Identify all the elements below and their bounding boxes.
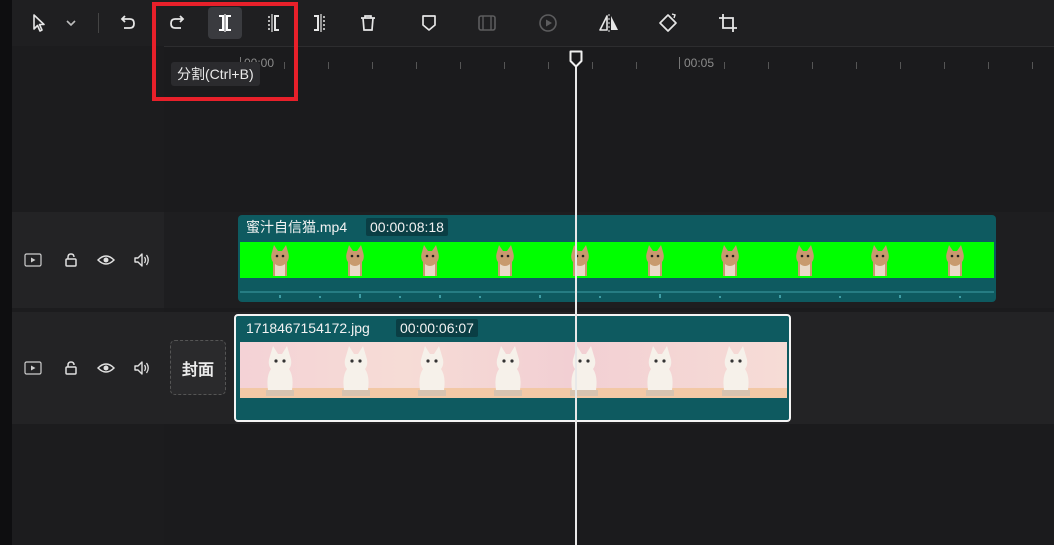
playhead-line[interactable] bbox=[575, 66, 577, 545]
eye-icon[interactable] bbox=[97, 212, 115, 308]
lock-icon[interactable] bbox=[64, 312, 78, 424]
ruler-tick bbox=[548, 62, 549, 69]
video-track-icon[interactable] bbox=[24, 212, 42, 308]
ruler-tick bbox=[679, 57, 680, 69]
ruler-tick bbox=[372, 62, 373, 69]
lock-icon[interactable] bbox=[64, 212, 78, 308]
select-pointer-icon[interactable] bbox=[22, 7, 56, 39]
clip-name: 蜜汁自信猫.mp4 bbox=[246, 219, 348, 235]
ruler-tick bbox=[460, 62, 461, 69]
clip-name: 1718467154172.jpg bbox=[246, 320, 370, 336]
reverse-play-icon[interactable] bbox=[531, 7, 565, 39]
cover-button[interactable]: 封面 bbox=[170, 340, 226, 395]
image-clip-jpg[interactable]: 1718467154172.jpg 00:00:06:07 bbox=[234, 314, 791, 422]
ruler-tick bbox=[900, 62, 901, 69]
ruler-tick bbox=[592, 62, 593, 69]
mirror-icon[interactable] bbox=[592, 7, 626, 39]
clip-duration: 00:00:08:18 bbox=[366, 218, 448, 236]
ruler-tick bbox=[944, 62, 945, 69]
ruler-tick bbox=[768, 62, 769, 69]
ruler-tick bbox=[856, 62, 857, 69]
marker-icon[interactable] bbox=[412, 7, 446, 39]
eye-icon[interactable] bbox=[97, 312, 115, 424]
ruler-tick bbox=[328, 62, 329, 69]
ruler-tick bbox=[1032, 62, 1033, 69]
delete-icon[interactable] bbox=[351, 7, 385, 39]
clip-thumbnails bbox=[240, 342, 787, 398]
audio-waveform bbox=[240, 280, 994, 300]
undo-icon[interactable] bbox=[111, 7, 145, 39]
toolbar-divider bbox=[98, 13, 99, 33]
track-header-video-2 bbox=[12, 312, 164, 424]
window-edge bbox=[0, 0, 12, 545]
video-track-icon[interactable] bbox=[24, 312, 42, 424]
chevron-down-icon[interactable] bbox=[58, 7, 84, 39]
video-clip-mp4[interactable]: 蜜汁自信猫.mp4 00:00:08:18 bbox=[238, 215, 996, 302]
playhead-handle[interactable] bbox=[569, 50, 583, 68]
ruler-tick bbox=[812, 62, 813, 69]
split-right-icon[interactable] bbox=[303, 7, 337, 39]
ruler-tick bbox=[416, 62, 417, 69]
ruler-tick bbox=[504, 62, 505, 69]
track-header-video-1 bbox=[12, 212, 164, 308]
clip-thumbnails bbox=[240, 242, 994, 278]
rotate-icon[interactable] bbox=[651, 7, 685, 39]
ruler-tick bbox=[724, 62, 725, 69]
ruler-tick bbox=[988, 62, 989, 69]
volume-icon[interactable] bbox=[133, 212, 151, 308]
freeze-frame-icon[interactable] bbox=[470, 7, 504, 39]
ruler-label-5s: 00:05 bbox=[684, 56, 715, 70]
volume-icon[interactable] bbox=[133, 312, 151, 424]
annotation-highlight-box bbox=[152, 2, 298, 101]
ruler-tick bbox=[636, 62, 637, 69]
crop-icon[interactable] bbox=[711, 7, 745, 39]
clip-duration: 00:00:06:07 bbox=[396, 319, 478, 337]
